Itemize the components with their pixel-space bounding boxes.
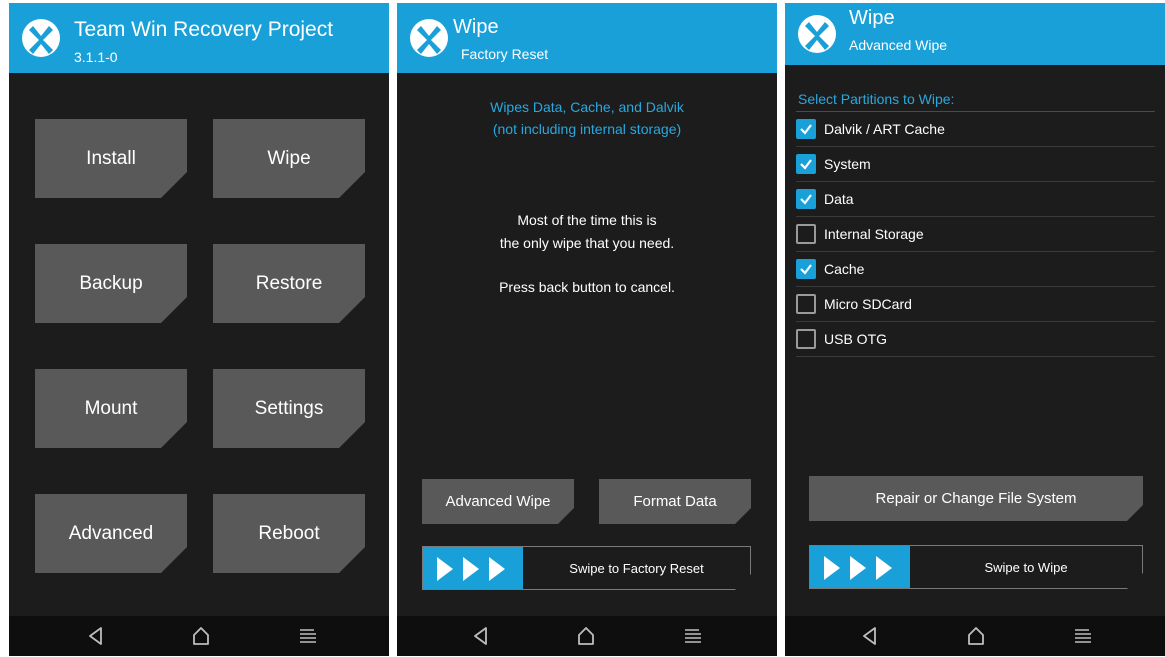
swipe-label: Swipe to Wipe <box>984 559 1068 575</box>
twrp-logo-icon <box>410 19 448 57</box>
home-icon[interactable] <box>189 624 213 648</box>
checkbox[interactable] <box>796 224 816 244</box>
advanced-button[interactable]: Advanced <box>35 494 187 573</box>
body-line-1: Most of the time this is <box>517 212 657 228</box>
info-line-2: (not including internal storage) <box>492 121 682 137</box>
swipe-label: Swipe to Factory Reset <box>569 560 704 576</box>
body-line-2: the only wipe that you need. <box>499 235 675 251</box>
partition-row-usb-otg[interactable]: USB OTG <box>796 322 1155 357</box>
checkbox[interactable] <box>796 294 816 314</box>
partition-label: Dalvik / ART Cache <box>824 121 945 137</box>
main-menu-screen: Team Win Recovery Project 3.1.1-0 Instal… <box>9 3 389 656</box>
swipe-slider[interactable]: Swipe to Wipe <box>809 545 1143 589</box>
install-button[interactable]: Install <box>35 119 187 198</box>
checkmark-icon <box>800 124 812 135</box>
navigation-bar <box>397 616 777 656</box>
back-triangle-icon[interactable] <box>469 624 493 648</box>
page-title: Wipe <box>849 7 895 29</box>
menu-lines-icon[interactable] <box>296 624 320 648</box>
select-partitions-title: Select Partitions to Wipe: <box>798 91 955 107</box>
checkmark-icon <box>800 194 812 205</box>
back-triangle-icon[interactable] <box>858 624 882 648</box>
header: Team Win Recovery Project 3.1.1-0 <box>9 3 389 73</box>
menu-lines-icon[interactable] <box>1071 624 1095 648</box>
swipe-slider[interactable]: Swipe to Factory Reset <box>422 546 751 590</box>
header: Wipe Factory Reset <box>397 3 777 73</box>
partition-label: Cache <box>824 261 865 277</box>
triple-arrow-icon <box>810 546 910 590</box>
partition-label: Data <box>824 191 854 207</box>
wipe-button[interactable]: Wipe <box>213 119 365 198</box>
page-subtitle: Advanced Wipe <box>849 37 948 53</box>
body-line-3: Press back button to cancel. <box>499 279 675 295</box>
info-line-1: Wipes Data, Cache, and Dalvik <box>490 99 684 115</box>
partition-label: System <box>824 156 871 172</box>
app-title: Team Win Recovery Project <box>74 18 334 41</box>
menu-lines-icon[interactable] <box>681 624 705 648</box>
backup-button[interactable]: Backup <box>35 244 187 323</box>
advanced-wipe-button[interactable]: Advanced Wipe <box>422 479 574 524</box>
page-title: Wipe <box>453 16 499 38</box>
checkbox[interactable] <box>796 329 816 349</box>
partition-label: Internal Storage <box>824 226 924 242</box>
partition-label: USB OTG <box>824 331 888 347</box>
home-icon[interactable] <box>574 624 598 648</box>
factory-reset-screen: Wipe Factory Reset Wipes Data, Cache, an… <box>397 3 777 656</box>
header: Wipe Advanced Wipe <box>785 3 1165 65</box>
home-icon[interactable] <box>964 624 988 648</box>
partition-row-dalvik[interactable]: Dalvik / ART Cache <box>796 112 1155 147</box>
partition-row-system[interactable]: System <box>796 147 1155 182</box>
partition-row-micro-sdcard[interactable]: Micro SDCard <box>796 287 1155 322</box>
back-triangle-icon[interactable] <box>84 624 108 648</box>
navigation-bar <box>9 616 389 656</box>
settings-button[interactable]: Settings <box>213 369 365 448</box>
partition-row-internal-storage[interactable]: Internal Storage <box>796 217 1155 252</box>
checkbox[interactable] <box>796 189 816 209</box>
checkbox[interactable] <box>796 119 816 139</box>
twrp-logo-icon <box>798 15 836 53</box>
checkbox[interactable] <box>796 259 816 279</box>
reboot-button[interactable]: Reboot <box>213 494 365 573</box>
repair-change-file-system-button[interactable]: Repair or Change File System <box>809 476 1143 521</box>
advanced-wipe-screen: Wipe Advanced Wipe Select Partitions to … <box>785 3 1165 656</box>
partition-label: Micro SDCard <box>824 296 912 312</box>
swipe-handle[interactable] <box>423 547 523 589</box>
twrp-logo-icon <box>22 19 60 57</box>
partition-row-cache[interactable]: Cache <box>796 252 1155 287</box>
format-data-button[interactable]: Format Data <box>599 479 751 524</box>
navigation-bar <box>785 616 1165 656</box>
triple-arrow-icon <box>423 547 523 591</box>
swipe-handle[interactable] <box>810 546 910 588</box>
checkbox[interactable] <box>796 154 816 174</box>
checkmark-icon <box>800 159 812 170</box>
partition-row-data[interactable]: Data <box>796 182 1155 217</box>
mount-button[interactable]: Mount <box>35 369 187 448</box>
checkmark-icon <box>800 264 812 275</box>
page-subtitle: Factory Reset <box>461 46 549 62</box>
version-label: 3.1.1-0 <box>74 49 118 65</box>
restore-button[interactable]: Restore <box>213 244 365 323</box>
